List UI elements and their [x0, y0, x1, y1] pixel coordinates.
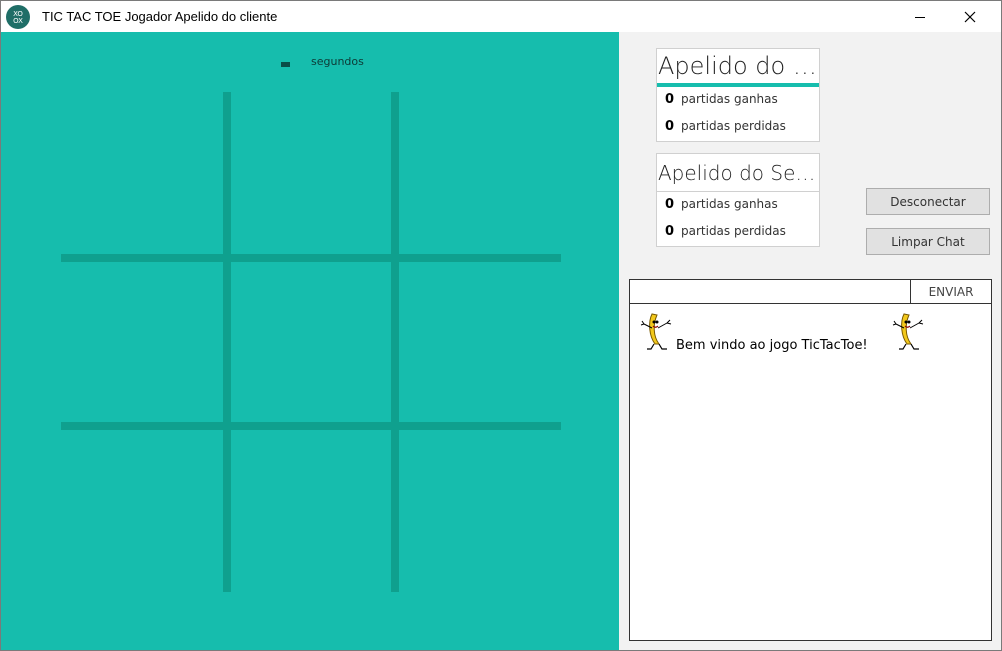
- board-cell-6[interactable]: [399, 262, 559, 422]
- chat-panel: ENVIAR Bem vindo ao jogo TicTacToe!: [629, 279, 992, 641]
- server-losses-row: 0 partidas perdidas: [657, 219, 819, 246]
- client-losses-label: partidas perdidas: [681, 119, 786, 133]
- title-bar: XO OX TIC TAC TOE Jogador Apelido do cli…: [1, 1, 1001, 32]
- server-player-name: Apelido do Ser...: [657, 154, 819, 192]
- close-icon: [964, 11, 976, 22]
- grid-line-vertical-2: [391, 92, 399, 592]
- welcome-message: Bem vindo ao jogo TicTacToe!: [676, 338, 868, 353]
- board-cell-8[interactable]: [231, 430, 391, 590]
- board-cell-9[interactable]: [399, 430, 559, 590]
- grid-line-horizontal-1: [61, 254, 561, 262]
- dancing-banana-icon: [640, 310, 676, 355]
- disconnect-button[interactable]: Desconectar: [866, 188, 990, 215]
- dancing-banana-icon: [892, 310, 928, 355]
- app-window: XO OX TIC TAC TOE Jogador Apelido do cli…: [0, 0, 1002, 651]
- send-button[interactable]: ENVIAR: [911, 280, 991, 304]
- client-player-name: Apelido do cli...: [657, 49, 819, 87]
- server-wins-label: partidas ganhas: [681, 197, 778, 211]
- client-losses-row: 0 partidas perdidas: [657, 114, 819, 141]
- client-losses-count: 0: [665, 119, 675, 134]
- board-cell-3[interactable]: [399, 92, 559, 252]
- grid-line-vertical-1: [223, 92, 231, 592]
- window-title: TIC TAC TOE Jogador Apelido do cliente: [42, 9, 278, 24]
- server-losses-count: 0: [665, 224, 675, 239]
- client-wins-count: 0: [665, 92, 675, 107]
- minimize-icon: [915, 16, 925, 18]
- client-player-card: Apelido do cli... 0 partidas ganhas 0 pa…: [656, 48, 820, 142]
- timer-label: segundos: [311, 55, 364, 68]
- minimize-button[interactable]: [897, 1, 943, 32]
- server-wins-row: 0 partidas ganhas: [657, 192, 819, 219]
- client-wins-row: 0 partidas ganhas: [657, 87, 819, 114]
- server-player-card: Apelido do Ser... 0 partidas ganhas 0 pa…: [656, 153, 820, 247]
- board-cell-7[interactable]: [61, 430, 221, 590]
- tictactoe-app-icon: XO OX: [6, 5, 30, 29]
- board-cell-2[interactable]: [231, 92, 391, 252]
- server-wins-count: 0: [665, 197, 675, 212]
- svg-text:OX: OX: [13, 17, 23, 25]
- server-losses-label: partidas perdidas: [681, 224, 786, 238]
- board-cell-4[interactable]: [61, 262, 221, 422]
- clear-chat-button[interactable]: Limpar Chat: [866, 228, 990, 255]
- chat-messages-area[interactable]: Bem vindo ao jogo TicTacToe!: [630, 305, 991, 640]
- chat-message-input[interactable]: [630, 280, 911, 304]
- game-board-panel: segundos: [1, 32, 619, 650]
- grid-line-horizontal-2: [61, 422, 561, 430]
- close-button[interactable]: [947, 1, 993, 32]
- timer-value: [281, 62, 290, 67]
- board-cell-5[interactable]: [231, 262, 391, 422]
- board-cell-1[interactable]: [61, 92, 221, 252]
- client-wins-label: partidas ganhas: [681, 92, 778, 106]
